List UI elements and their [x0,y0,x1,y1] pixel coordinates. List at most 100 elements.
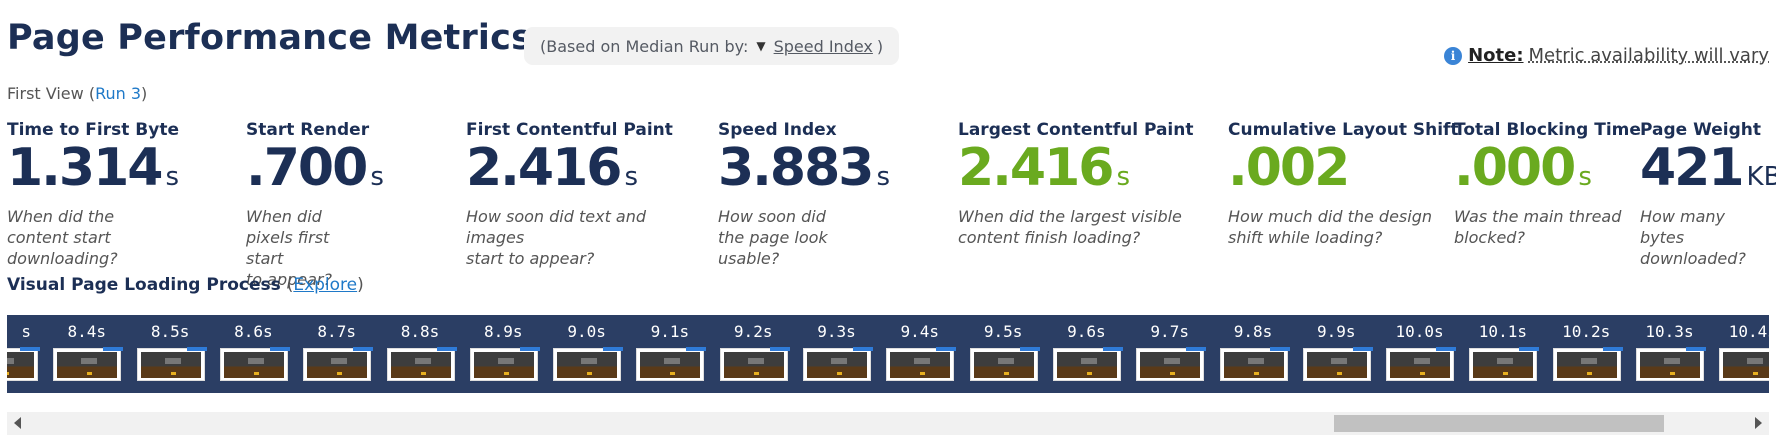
thumbnail-dot [670,372,676,375]
frame-thumbnail [1636,347,1706,381]
filmstrip[interactable]: s 8.4s 8.5s 8.6s 8.7s 8.8s 8.9s 9.0s 9.1s 9.2s 9.3… [7,315,1769,393]
metric-number: 1.314 [7,138,163,198]
caret-down-icon[interactable]: ▼ [756,39,765,53]
thumbnail-dot [753,372,759,375]
metric-description: How soon did text and images start to app… [466,206,673,269]
frame-thumbnail [1136,347,1207,381]
metric-desc-line-2: content finish loading? [958,228,1141,247]
thumbnail-text [1580,358,1597,364]
metric-number: 421 [1640,138,1745,198]
frame-thumbnail [136,347,207,381]
filmstrip-frame[interactable]: s [7,315,40,393]
filmstrip-frame[interactable]: 8.6s [217,315,290,393]
frame-time: 10.2s [1562,322,1611,341]
note-label: Note: [1468,45,1524,66]
metric-number: .002 [1228,138,1350,198]
filmstrip-frame[interactable]: 10.3s [1633,315,1706,393]
filmstrip-frame[interactable]: 9.6s [1050,315,1123,393]
metric-cls: Cumulative Layout Shift .002 How much di… [1228,120,1459,247]
first-view-close: ) [141,84,148,103]
metric-unit: s [624,162,639,192]
filmstrip-frame[interactable]: 9.9s [1300,315,1373,393]
metric-number: 2.416 [958,138,1114,198]
thumbnail-screen [973,352,1034,378]
metric-value: 3.883 s [718,142,890,194]
thumbnail-screen [57,352,118,378]
filmstrip-scrollbar[interactable] [7,412,1769,435]
frame-time: 8.7s [317,322,356,341]
thumbnail-dot [920,372,926,375]
filmstrip-frame[interactable]: 9.8s [1217,315,1290,393]
filmstrip-frame[interactable]: 10.0s [1383,315,1457,393]
metric-desc-line-2: usable? [718,249,780,268]
filmstrip-frame[interactable]: 9.7s [1133,315,1207,393]
filmstrip-frame[interactable]: 10.4s [1716,315,1769,393]
metric-value: .002 [1228,142,1352,194]
frame-thumbnail [303,347,374,381]
thumbnail-dot [1253,372,1259,375]
metric-tbt: Total Blocking Time .000 s Was the main t… [1454,120,1641,247]
thumbnail-text [831,358,847,364]
filmstrip-frame[interactable]: 8.5s [134,315,207,393]
thumbnail-text [1747,358,1764,364]
frame-thumbnail [7,347,40,381]
thumbnail-screen [1056,352,1117,378]
thumbnail-screen [473,352,534,378]
metric-label: Time to First Byte [7,120,179,140]
filmstrip-frame[interactable]: 8.9s [467,315,540,393]
filmstrip-frame[interactable]: 10.1s [1466,315,1540,393]
frame-time: 9.4s [900,322,940,341]
thumbnail-text [914,358,931,364]
metric-start-render: Start Render .700 s When did pixels first… [246,120,384,289]
scroll-left-arrow-icon[interactable] [14,417,21,429]
thumbnail-text [997,358,1014,364]
frame-time: 8.5s [150,322,190,341]
frame-time: 10.0s [1395,322,1444,341]
frame-time: s [21,322,31,341]
scroll-right-arrow-icon[interactable] [1755,417,1762,429]
thumbnail-screen [390,352,451,378]
filmstrip-frame[interactable]: 9.0s [550,315,624,393]
metric-desc-line-1: How many bytes [1640,207,1725,247]
frame-time: 9.3s [817,322,856,341]
metric-description: When did the largest visible content fini… [958,206,1182,248]
filmstrip-frame[interactable]: 8.8s [384,315,457,393]
explore-link[interactable]: Explore [293,275,357,295]
median-metric-link[interactable]: Speed Index [774,37,873,56]
filmstrip-frame[interactable]: 9.3s [800,315,873,393]
thumbnail-text [81,358,98,364]
metric-description: Was the main thread blocked? [1454,206,1621,248]
frame-thumbnail [1219,347,1290,381]
frame-thumbnail [886,347,957,381]
info-icon: i [1444,46,1463,65]
thumbnail-text [164,358,181,364]
metric-unit: s [876,162,891,192]
thumbnail-screen [890,352,951,378]
thumbnail-dot [587,372,593,375]
thumbnail-screen [1556,352,1617,378]
filmstrip-frame[interactable]: 9.4s [883,315,957,393]
thumbnail-screen [1723,352,1769,378]
thumbnail-dot [1753,372,1759,375]
filmstrip-frame[interactable]: 8.7s [300,315,374,393]
thumbnail-bar [269,347,290,351]
thumbnail-bar [1269,347,1290,351]
metric-label: Total Blocking Time [1454,120,1641,140]
filmstrip-frame[interactable]: 9.2s [717,315,790,393]
frame-thumbnail [719,347,790,381]
note-text[interactable]: Metric availability will vary [1529,45,1769,66]
thumbnail-screen [223,352,284,378]
run-link[interactable]: Run 3 [95,84,141,103]
metric-value: .700 s [246,142,384,194]
scrollbar-thumb[interactable] [1334,415,1664,432]
thumbnail-screen [1140,352,1201,378]
thumbnail-text [7,358,14,364]
metric-availability-note[interactable]: i Note: Metric availability will vary [1444,45,1769,66]
frame-thumbnail [1552,347,1623,381]
filmstrip-frame[interactable]: 9.1s [633,315,707,393]
filmstrip-frame[interactable]: 9.5s [967,315,1040,393]
metric-unit: KB [1746,162,1776,192]
median-run-selector[interactable]: (Based on Median Run by: ▼ Speed Index ) [524,27,900,65]
filmstrip-frame[interactable]: 10.2s [1550,315,1623,393]
filmstrip-frame[interactable]: 8.4s [50,315,124,393]
